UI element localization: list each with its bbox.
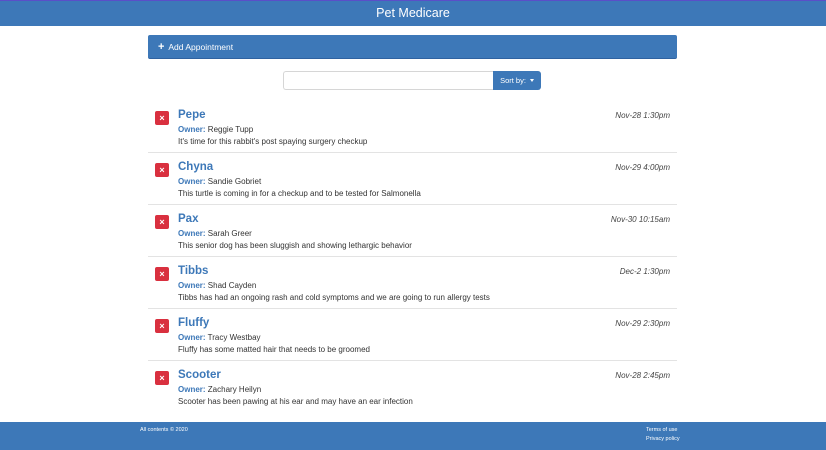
owner-line: Owner: Sandie Gobriet bbox=[178, 176, 261, 187]
appointment-item: × Tibbs Dec-2 1:30pm Owner: Shad Cayden … bbox=[148, 257, 677, 309]
delete-icon[interactable]: × bbox=[155, 215, 169, 229]
add-appointment-button[interactable]: + Add Appointment bbox=[148, 35, 677, 59]
owner-label: Owner: bbox=[178, 125, 206, 134]
terms-link[interactable]: Terms of use bbox=[646, 427, 677, 433]
owner-line: Owner: Reggie Tupp bbox=[178, 124, 253, 135]
appointment-date: Nov-30 10:15am bbox=[610, 215, 670, 224]
appointment-notes: Scooter has been pawing at his ear and m… bbox=[178, 397, 413, 406]
pet-name[interactable]: Scooter bbox=[178, 368, 221, 382]
appointment-notes: It's time for this rabbit's post spaying… bbox=[178, 137, 368, 146]
appointment-notes: This senior dog has been sluggish and sh… bbox=[178, 241, 412, 250]
footer: All contents © 2020 Terms of use Privacy… bbox=[0, 422, 826, 450]
appointment-notes: Fluffy has some matted hair that needs t… bbox=[178, 345, 370, 354]
appointment-notes: This turtle is coming in for a checkup a… bbox=[178, 189, 421, 198]
pet-name[interactable]: Tibbs bbox=[178, 264, 208, 278]
appointment-date: Nov-29 2:30pm bbox=[615, 319, 670, 328]
owner-line: Owner: Sarah Greer bbox=[178, 228, 252, 239]
owner-label: Owner: bbox=[178, 281, 206, 290]
owner-name: Sarah Greer bbox=[207, 229, 252, 238]
add-appointment-label: Add Appointment bbox=[168, 42, 234, 52]
appointment-date: Dec-2 1:30pm bbox=[619, 267, 670, 276]
appointment-item: × Pepe Nov-28 1:30pm Owner: Reggie Tupp … bbox=[148, 101, 677, 153]
appointment-item: × Fluffy Nov-29 2:30pm Owner: Tracy West… bbox=[148, 309, 677, 361]
delete-icon[interactable]: × bbox=[155, 163, 169, 177]
plus-icon: + bbox=[158, 41, 165, 53]
owner-name: Zachary Heilyn bbox=[207, 385, 262, 394]
pet-name[interactable]: Fluffy bbox=[178, 316, 209, 330]
appointment-date: Nov-28 1:30pm bbox=[615, 111, 670, 120]
owner-label: Owner: bbox=[178, 333, 206, 342]
appointment-date: Nov-29 4:00pm bbox=[615, 163, 670, 172]
appointment-item: × Pax Nov-30 10:15am Owner: Sarah Greer … bbox=[148, 205, 677, 257]
privacy-link[interactable]: Privacy policy bbox=[646, 436, 680, 442]
appointment-notes: Tibbs has had an ongoing rash and cold s… bbox=[178, 293, 490, 302]
owner-label: Owner: bbox=[178, 385, 206, 394]
copyright-text: All contents © 2020 bbox=[140, 427, 188, 433]
app-header: Pet Medicare bbox=[0, 0, 826, 26]
sort-by-button[interactable]: Sort by: bbox=[493, 71, 541, 90]
owner-line: Owner: Shad Cayden bbox=[178, 280, 256, 291]
delete-icon[interactable]: × bbox=[155, 319, 169, 333]
appointment-date: Nov-28 2:45pm bbox=[615, 371, 670, 380]
pet-name[interactable]: Pax bbox=[178, 212, 198, 226]
owner-line: Owner: Tracy Westbay bbox=[178, 332, 261, 343]
owner-label: Owner: bbox=[178, 229, 206, 238]
search-input[interactable] bbox=[283, 71, 494, 90]
caret-down-icon bbox=[529, 79, 534, 83]
owner-name: Shad Cayden bbox=[207, 281, 257, 290]
sort-by-label: Sort by: bbox=[500, 76, 526, 85]
owner-name: Sandie Gobriet bbox=[207, 177, 262, 186]
appointment-item: × Chyna Nov-29 4:00pm Owner: Sandie Gobr… bbox=[148, 153, 677, 205]
owner-label: Owner: bbox=[178, 177, 206, 186]
delete-icon[interactable]: × bbox=[155, 267, 169, 281]
delete-icon[interactable]: × bbox=[155, 111, 169, 125]
pet-name[interactable]: Chyna bbox=[178, 160, 213, 174]
owner-name: Tracy Westbay bbox=[207, 333, 261, 342]
delete-icon[interactable]: × bbox=[155, 371, 169, 385]
app-title: Pet Medicare bbox=[376, 6, 450, 20]
pet-name[interactable]: Pepe bbox=[178, 108, 206, 122]
appointment-item: × Scooter Nov-28 2:45pm Owner: Zachary H… bbox=[148, 361, 677, 413]
owner-name: Reggie Tupp bbox=[207, 125, 254, 134]
owner-line: Owner: Zachary Heilyn bbox=[178, 384, 261, 395]
appointment-list: × Pepe Nov-28 1:30pm Owner: Reggie Tupp … bbox=[148, 101, 677, 413]
